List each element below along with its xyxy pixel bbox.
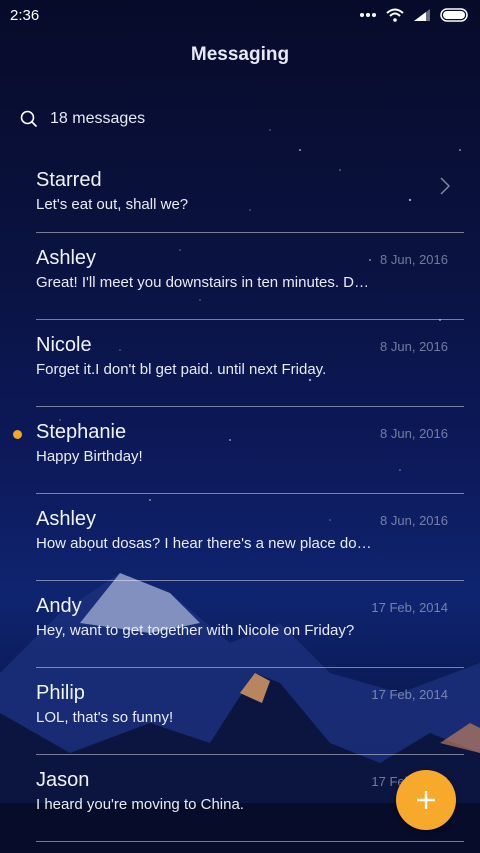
- conversation-row[interactable]: Ashley 8 Jun, 2016 Great! I'll meet you …: [36, 233, 464, 320]
- conversation-date: 8 Jun, 2016: [380, 339, 448, 354]
- signal-icon: [414, 9, 430, 21]
- status-bar: 2:36: [0, 0, 480, 30]
- conversation-row[interactable]: Nicole 8 Jun, 2016 Forget it.I don't bl …: [36, 320, 464, 407]
- status-time: 2:36: [10, 6, 40, 24]
- plus-icon: [417, 791, 435, 809]
- wifi-icon: [386, 8, 404, 22]
- conversation-snippet: Forget it.I don't bl get paid. until nex…: [36, 361, 327, 378]
- conversation-snippet: Hey, want to get together with Nicole on…: [36, 622, 355, 639]
- conversation-snippet: How about dosas? I hear there's a new pl…: [36, 535, 372, 552]
- compose-button[interactable]: [396, 770, 456, 830]
- conversation-name: Starred: [36, 169, 102, 191]
- conversation-date: 17 Feb, 2014: [371, 687, 448, 702]
- search-bar[interactable]: 18 messages: [0, 100, 480, 138]
- conversation-snippet: I heard you're moving to China.: [36, 796, 244, 813]
- conversation-snippet: LOL, that's so funny!: [36, 709, 174, 726]
- unread-dot: [13, 430, 22, 439]
- conversation-row[interactable]: Stephanie 8 Jun, 2016 Happy Birthday!: [13, 407, 464, 494]
- more-dots-icon: [360, 13, 376, 17]
- status-icons: [360, 8, 470, 22]
- conversation-list: Starred Let's eat out, shall we? Ashley …: [0, 155, 480, 842]
- page-title: Messaging: [190, 44, 290, 65]
- search-label: 18 messages: [50, 110, 146, 127]
- conversation-row[interactable]: Philip 17 Feb, 2014 LOL, that's so funny…: [36, 668, 464, 755]
- conversation-date: 8 Jun, 2016: [380, 513, 448, 528]
- conversation-snippet: Great! I'll meet you downstairs in ten m…: [36, 274, 369, 291]
- chevron-right-icon: [440, 177, 450, 195]
- conversation-date: 8 Jun, 2016: [380, 426, 448, 441]
- conversation-row[interactable]: Andy 17 Feb, 2014 Hey, want to get toget…: [36, 581, 464, 668]
- conversation-row-starred[interactable]: Starred Let's eat out, shall we?: [36, 155, 464, 233]
- conversation-row[interactable]: Ashley 8 Jun, 2016 How about dosas? I he…: [36, 494, 464, 581]
- conversation-date: 8 Jun, 2016: [380, 252, 448, 267]
- conversation-snippet: Let's eat out, shall we?: [36, 196, 189, 213]
- conversation-snippet: Happy Birthday!: [36, 448, 143, 465]
- search-icon: [20, 110, 38, 128]
- battery-icon: [440, 8, 468, 22]
- conversation-date: 17 Feb, 2014: [371, 600, 448, 615]
